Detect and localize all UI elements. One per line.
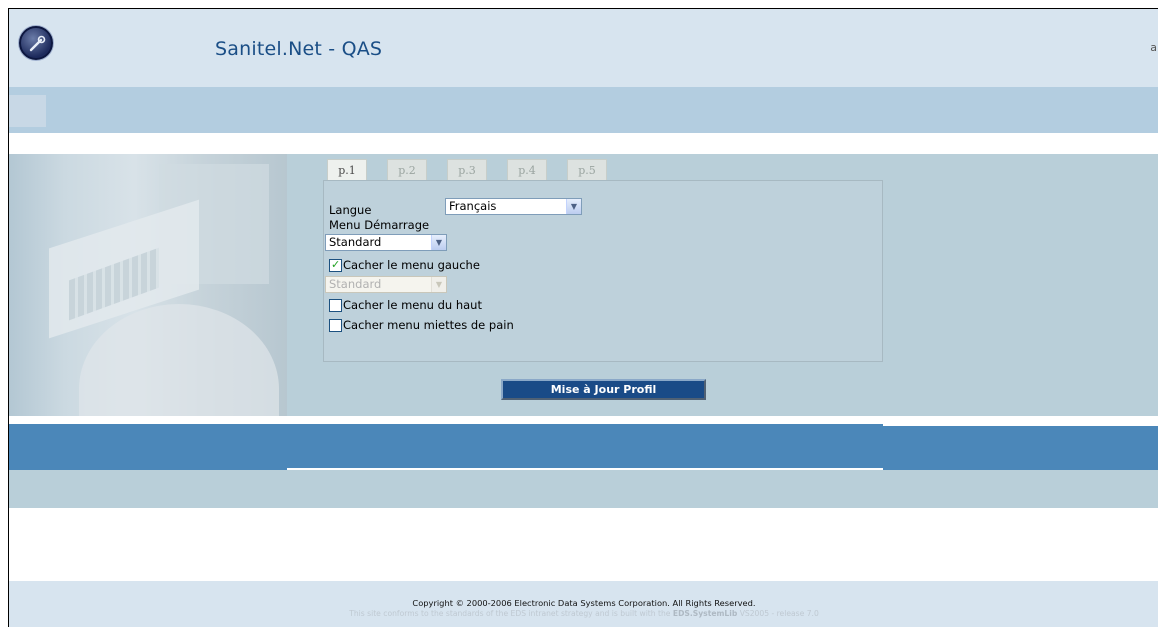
page-footer: Copyright © 2000-2006 Electronic Data Sy… bbox=[9, 581, 1158, 627]
left-menu-select-value: Standard bbox=[329, 277, 382, 291]
light-band bbox=[9, 470, 1158, 508]
top-menu-tab[interactable] bbox=[9, 95, 46, 127]
hide-left-menu-label[interactable]: Cacher le menu gauche bbox=[343, 258, 480, 272]
left-menu-select: Standard ▼ bbox=[325, 276, 447, 293]
language-select[interactable]: Français ▼ bbox=[445, 198, 582, 215]
update-profile-button[interactable]: Mise à Jour Profil bbox=[501, 379, 706, 400]
start-menu-label: Menu Démarrage bbox=[329, 218, 430, 232]
chevron-down-icon[interactable]: ▼ bbox=[431, 235, 446, 250]
conformance-text: This site conforms to the standards of t… bbox=[9, 609, 1158, 618]
copyright-text: Copyright © 2000-2006 Electronic Data Sy… bbox=[412, 598, 756, 608]
chevron-down-icon: ▼ bbox=[431, 277, 446, 292]
checkmark-icon: ✓ bbox=[331, 258, 341, 271]
hide-top-menu-checkbox[interactable] bbox=[329, 299, 342, 312]
hide-top-menu-label[interactable]: Cacher le menu du haut bbox=[343, 298, 482, 312]
language-label: Langue bbox=[329, 203, 372, 217]
blue-band bbox=[9, 424, 1158, 470]
start-menu-select[interactable]: Standard ▼ bbox=[325, 234, 447, 251]
tab-p5[interactable]: p.5 bbox=[567, 159, 607, 181]
browser-viewport: Sanitel.Net - QAS a p.1 p.2 p.3 p.4 p.5 … bbox=[8, 8, 1158, 627]
separator bbox=[9, 133, 1158, 154]
start-menu-select-value: Standard bbox=[329, 235, 382, 249]
conformance-lib: EDS.SystemLib bbox=[672, 609, 738, 618]
conformance-prefix: This site conforms to the standards of t… bbox=[349, 609, 671, 618]
hide-left-menu-checkbox[interactable]: ✓ bbox=[329, 258, 342, 272]
hide-breadcrumb-label[interactable]: Cacher menu miettes de pain bbox=[343, 318, 514, 332]
chevron-down-icon[interactable]: ▼ bbox=[566, 199, 581, 214]
separator bbox=[9, 416, 1158, 424]
profile-form-panel: Langue Français ▼ Menu Démarrage Standar… bbox=[323, 180, 883, 362]
page-header: Sanitel.Net - QAS a bbox=[9, 9, 1158, 87]
language-select-value: Français bbox=[449, 199, 497, 213]
conformance-suffix: VS2005 - release 7.0 bbox=[739, 609, 819, 618]
tab-p2[interactable]: p.2 bbox=[387, 159, 427, 181]
hide-breadcrumb-checkbox[interactable] bbox=[329, 319, 342, 332]
header-edge-text: a bbox=[1150, 41, 1157, 54]
tab-p4[interactable]: p.4 bbox=[507, 159, 547, 181]
tab-p3[interactable]: p.3 bbox=[447, 159, 487, 181]
app-title: Sanitel.Net - QAS bbox=[215, 38, 383, 60]
logo-icon bbox=[19, 26, 53, 60]
top-menu-bar bbox=[9, 87, 1158, 133]
